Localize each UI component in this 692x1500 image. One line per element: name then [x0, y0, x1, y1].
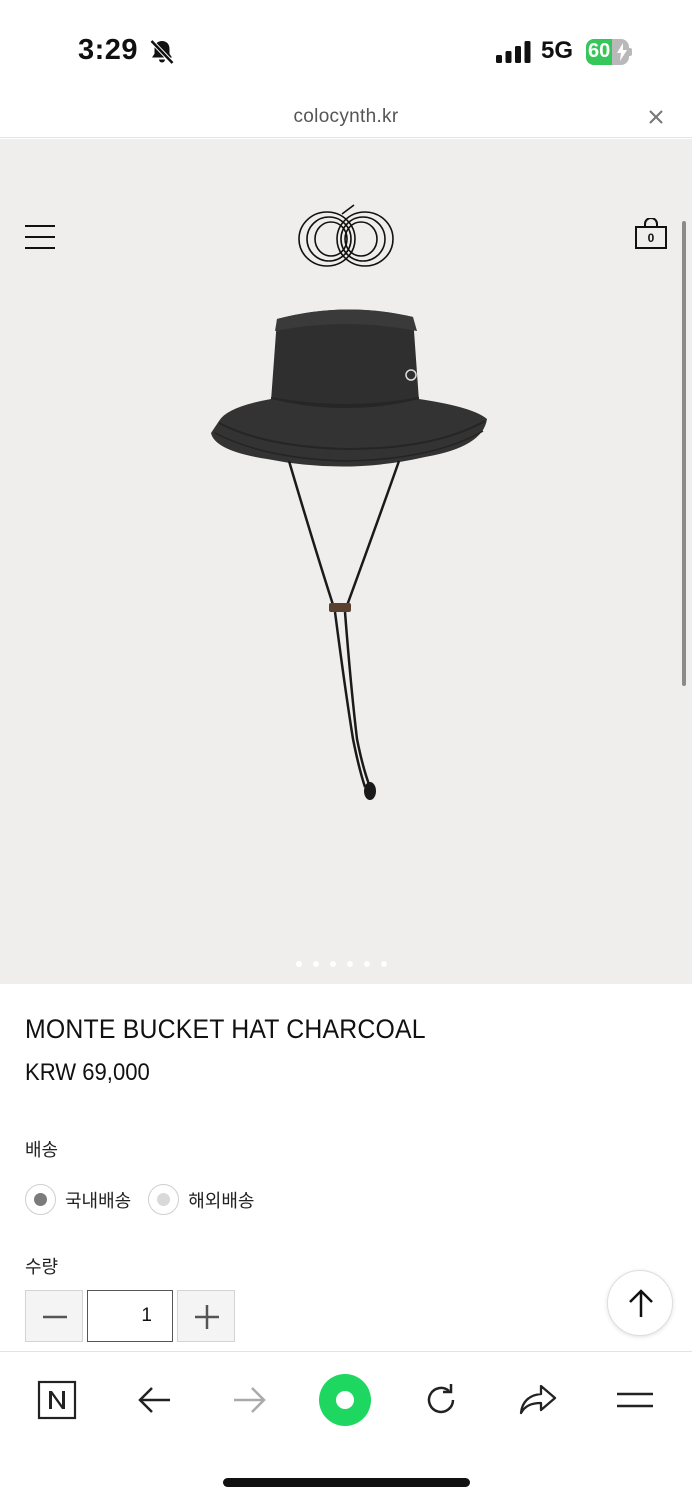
- gallery-dot[interactable]: [347, 961, 353, 967]
- battery-indicator: 60: [586, 39, 632, 65]
- quantity-label: 수량: [25, 1257, 59, 1277]
- reload-icon: [427, 1384, 455, 1414]
- gallery-dot[interactable]: [313, 961, 319, 967]
- scroll-to-top-button[interactable]: [607, 1270, 673, 1336]
- menu-icon: [617, 1392, 653, 1408]
- radio-label-international[interactable]: 해외배송: [188, 1187, 254, 1213]
- scroll-indicator: [682, 221, 686, 686]
- more-menu-button[interactable]: [609, 1374, 661, 1426]
- close-icon[interactable]: [645, 106, 667, 128]
- reload-button[interactable]: [415, 1374, 467, 1426]
- share-button[interactable]: [512, 1374, 564, 1426]
- product-image-gallery[interactable]: 0: [0, 139, 692, 984]
- network-type: 5G: [541, 37, 574, 64]
- plus-icon: [195, 1305, 219, 1329]
- arrow-left-icon: [138, 1387, 170, 1413]
- url-domain[interactable]: colocynth.kr: [0, 106, 692, 128]
- gallery-dot[interactable]: [381, 961, 387, 967]
- arrow-up-icon: [629, 1289, 653, 1317]
- naver-n-icon: [37, 1380, 77, 1420]
- green-dot-button[interactable]: [319, 1374, 371, 1426]
- cart-count: 0: [647, 231, 655, 245]
- bell-off-icon: [149, 39, 175, 65]
- url-bar[interactable]: colocynth.kr: [0, 100, 692, 138]
- decrease-quantity-button[interactable]: [25, 1290, 83, 1342]
- increase-quantity-button[interactable]: [177, 1290, 235, 1342]
- battery-percent: 60: [588, 40, 611, 62]
- home-indicator: [223, 1478, 470, 1487]
- cellular-signal-icon: [496, 41, 531, 63]
- radio-domestic-shipping[interactable]: [25, 1184, 56, 1215]
- green-dot-icon: [319, 1374, 371, 1426]
- share-icon: [519, 1384, 557, 1415]
- naver-home-button[interactable]: [31, 1374, 83, 1426]
- arrow-right-icon: [234, 1387, 266, 1413]
- brand-logo[interactable]: [296, 202, 396, 272]
- radio-label-domestic[interactable]: 국내배송: [65, 1187, 131, 1213]
- back-button[interactable]: [128, 1374, 180, 1426]
- gallery-pagination[interactable]: [296, 961, 387, 969]
- minus-icon: [43, 1315, 67, 1319]
- status-time: 3:29: [78, 34, 139, 66]
- product-title: MONTE BUCKET HAT CHARCOAL: [25, 1014, 426, 1044]
- shipping-label: 배송: [25, 1140, 59, 1160]
- gallery-dot[interactable]: [364, 961, 370, 967]
- product-photo-bucket-hat: [211, 309, 487, 800]
- hamburger-icon[interactable]: [25, 224, 55, 250]
- shipping-options: 국내배송 해외배송: [25, 1184, 272, 1215]
- forward-button[interactable]: [224, 1374, 276, 1426]
- status-bar: 3:29 5G 60: [0, 0, 692, 100]
- shopping-bag-icon[interactable]: 0: [634, 217, 668, 250]
- radio-international-shipping[interactable]: [148, 1184, 180, 1215]
- gallery-dot[interactable]: [296, 961, 302, 967]
- product-price: KRW 69,000: [25, 1059, 150, 1086]
- quantity-stepper: 1: [25, 1290, 235, 1342]
- gallery-dot[interactable]: [330, 961, 336, 967]
- browser-toolbar: [0, 1351, 692, 1500]
- charging-bolt-icon: [617, 43, 627, 61]
- quantity-input[interactable]: 1: [87, 1290, 173, 1342]
